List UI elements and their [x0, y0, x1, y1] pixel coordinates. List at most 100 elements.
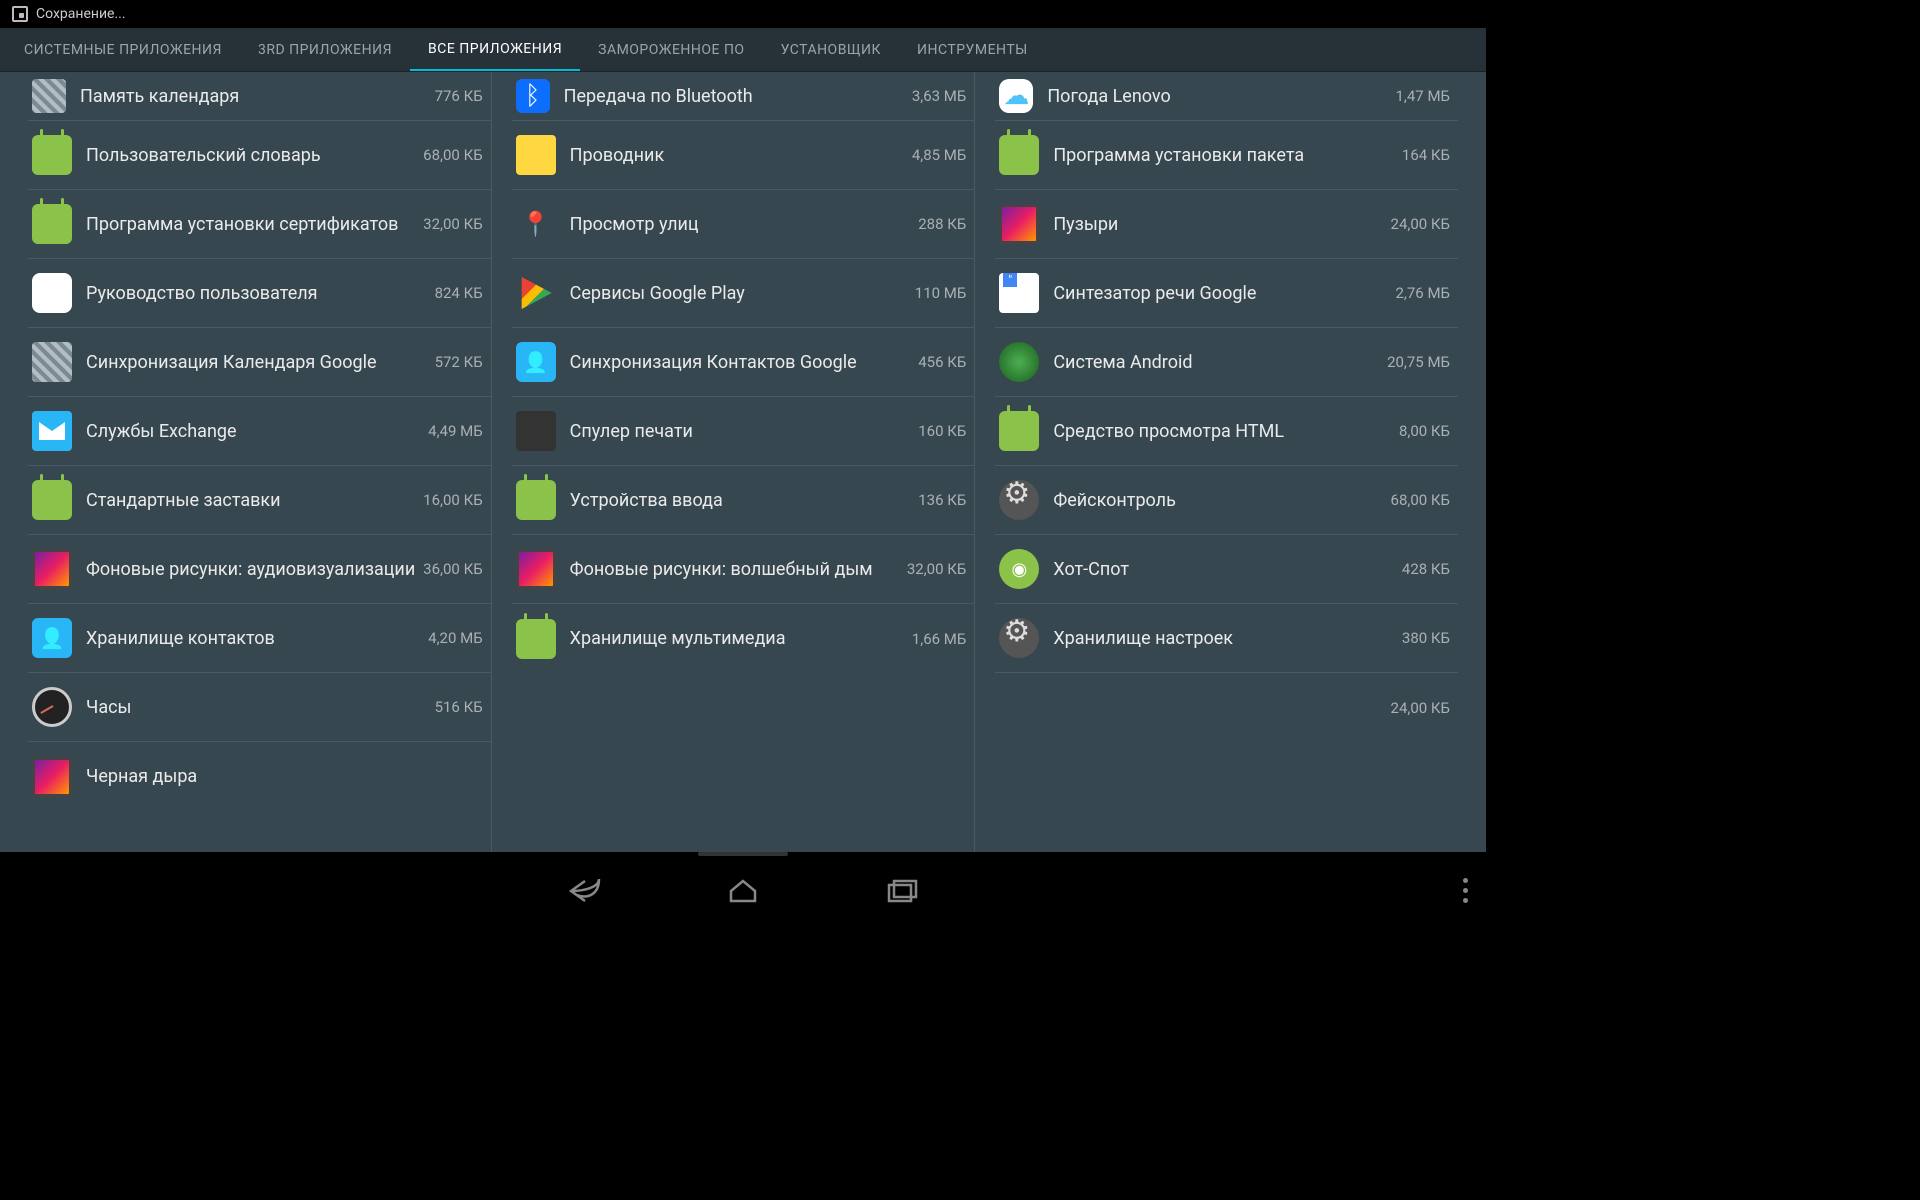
tab-0[interactable]: СИСТЕМНЫЕ ПРИЛОЖЕНИЯ: [6, 28, 240, 71]
app-row[interactable]: Передача по Bluetooth3,63 МБ: [512, 72, 975, 121]
app-size: 68,00 КБ: [423, 146, 483, 164]
app-name: Стандартные заставки: [86, 490, 423, 511]
app-row[interactable]: Службы Exchange4,49 МБ: [28, 397, 491, 466]
tab-4[interactable]: УСТАНОВЩИК: [763, 28, 899, 71]
column-2: Погода Lenovo1,47 МБПрограмма установки …: [975, 72, 1458, 852]
app-size: 380 КБ: [1402, 629, 1450, 647]
app-size: 1,47 МБ: [1396, 87, 1451, 105]
app-row[interactable]: Средство просмотра HTML8,00 КБ: [995, 397, 1458, 466]
app-name: Средство просмотра HTML: [1053, 421, 1399, 442]
app-size: 4,49 МБ: [428, 422, 483, 440]
app-row[interactable]: 24,00 КБ: [995, 673, 1458, 742]
app-row[interactable]: Стандартные заставки16,00 КБ: [28, 466, 491, 535]
app-size: 4,85 МБ: [912, 146, 967, 164]
app-row[interactable]: Проводник4,85 МБ: [512, 121, 975, 190]
app-row[interactable]: Спулер печати160 КБ: [512, 397, 975, 466]
app-row[interactable]: Фоновые рисунки: аудиовизуализации36,00 …: [28, 535, 491, 604]
app-size: 36,00 КБ: [423, 560, 483, 578]
status-bar: Сохранение...: [0, 0, 1486, 28]
app-name: Устройства ввода: [570, 490, 919, 511]
app-size: 136 КБ: [918, 491, 966, 509]
nav-hint: [698, 852, 788, 856]
app-name: Программа установки пакета: [1053, 145, 1402, 166]
menu-button[interactable]: [1463, 878, 1468, 903]
app-name: Программа установки сертификатов: [86, 214, 423, 235]
app-icon: [32, 757, 72, 797]
app-name: Хранилище настроек: [1053, 628, 1402, 649]
app-row[interactable]: Пузыри24,00 КБ: [995, 190, 1458, 259]
app-icon: [32, 342, 72, 382]
app-icon: [32, 273, 72, 313]
app-size: 428 КБ: [1402, 560, 1450, 578]
app-size: 776 КБ: [435, 87, 483, 105]
column-0: Память календаря776 КБПользовательский с…: [28, 72, 492, 852]
app-size: 1,66 МБ: [912, 630, 967, 648]
app-icon: [999, 549, 1039, 589]
app-icon: [32, 480, 72, 520]
app-icon: [999, 135, 1039, 175]
app-icon: [516, 135, 556, 175]
app-name: Фоновые рисунки: аудиовизуализации: [86, 559, 423, 580]
home-button[interactable]: [719, 867, 767, 915]
app-row[interactable]: Хранилище мультимедиа1,66 МБ: [512, 604, 975, 673]
app-row[interactable]: Синтезатор речи Google2,76 МБ: [995, 259, 1458, 328]
app-row[interactable]: Синхронизация Контактов Google456 КБ: [512, 328, 975, 397]
app-size: 16,00 КБ: [423, 491, 483, 509]
app-icon: [32, 687, 72, 727]
app-size: 8,00 КБ: [1399, 422, 1450, 440]
app-name: Синхронизация Контактов Google: [570, 352, 919, 373]
tab-bar: СИСТЕМНЫЕ ПРИЛОЖЕНИЯ3RD ПРИЛОЖЕНИЯВСЕ ПР…: [0, 28, 1486, 72]
app-list: Память календаря776 КБПользовательский с…: [0, 72, 1486, 852]
app-icon: [32, 204, 72, 244]
app-row[interactable]: Память календаря776 КБ: [28, 72, 491, 121]
app-icon: [516, 79, 550, 113]
app-name: Службы Exchange: [86, 421, 428, 442]
app-name: Хот-Спот: [1053, 559, 1402, 580]
app-row[interactable]: Программа установки пакета164 КБ: [995, 121, 1458, 190]
app-size: 3,63 МБ: [912, 87, 967, 105]
app-icon: [999, 342, 1039, 382]
app-name: Синхронизация Календаря Google: [86, 352, 435, 373]
app-size: 32,00 КБ: [423, 215, 483, 233]
back-button[interactable]: [561, 867, 609, 915]
app-icon: [516, 411, 556, 451]
app-size: 24,00 КБ: [1391, 215, 1451, 233]
app-row[interactable]: Программа установки сертификатов32,00 КБ: [28, 190, 491, 259]
tab-2[interactable]: ВСЕ ПРИЛОЖЕНИЯ: [410, 28, 580, 71]
app-row[interactable]: Фейсконтроль68,00 КБ: [995, 466, 1458, 535]
app-row[interactable]: Фоновые рисунки: волшебный дым32,00 КБ: [512, 535, 975, 604]
app-row[interactable]: Руководство пользователя824 КБ: [28, 259, 491, 328]
app-icon: [999, 480, 1039, 520]
app-size: 20,75 МБ: [1387, 353, 1450, 371]
app-row[interactable]: Погода Lenovo1,47 МБ: [995, 72, 1458, 121]
app-row[interactable]: Черная дыра: [28, 742, 491, 811]
recent-button[interactable]: [877, 867, 925, 915]
app-row[interactable]: Хранилище контактов4,20 МБ: [28, 604, 491, 673]
app-row[interactable]: Устройства ввода136 КБ: [512, 466, 975, 535]
app-name: Погода Lenovo: [1047, 86, 1395, 107]
app-name: Хранилище контактов: [86, 628, 428, 649]
save-icon: [12, 6, 28, 22]
app-name: Проводник: [570, 145, 912, 166]
app-size: 456 КБ: [918, 353, 966, 371]
app-row[interactable]: Система Android20,75 МБ: [995, 328, 1458, 397]
app-name: Руководство пользователя: [86, 283, 435, 304]
app-icon: [516, 619, 556, 659]
tab-1[interactable]: 3RD ПРИЛОЖЕНИЯ: [240, 28, 410, 71]
app-name: Спулер печати: [570, 421, 919, 442]
app-row[interactable]: Просмотр улиц288 КБ: [512, 190, 975, 259]
app-name: Система Android: [1053, 352, 1387, 373]
tab-5[interactable]: ИНСТРУМЕНТЫ: [899, 28, 1046, 71]
app-row[interactable]: Сервисы Google Play110 МБ: [512, 259, 975, 328]
tab-3[interactable]: ЗАМОРОЖЕННОЕ ПО: [580, 28, 762, 71]
app-size: 288 КБ: [918, 215, 966, 233]
app-row[interactable]: Хот-Спот428 КБ: [995, 535, 1458, 604]
app-row[interactable]: Пользовательский словарь68,00 КБ: [28, 121, 491, 190]
app-name: Память календаря: [80, 86, 435, 107]
app-size: 32,00 КБ: [907, 560, 967, 578]
app-icon: [32, 618, 72, 658]
app-row[interactable]: Часы516 КБ: [28, 673, 491, 742]
app-row[interactable]: Хранилище настроек380 КБ: [995, 604, 1458, 673]
status-text: Сохранение...: [36, 6, 126, 22]
app-row[interactable]: Синхронизация Календаря Google572 КБ: [28, 328, 491, 397]
